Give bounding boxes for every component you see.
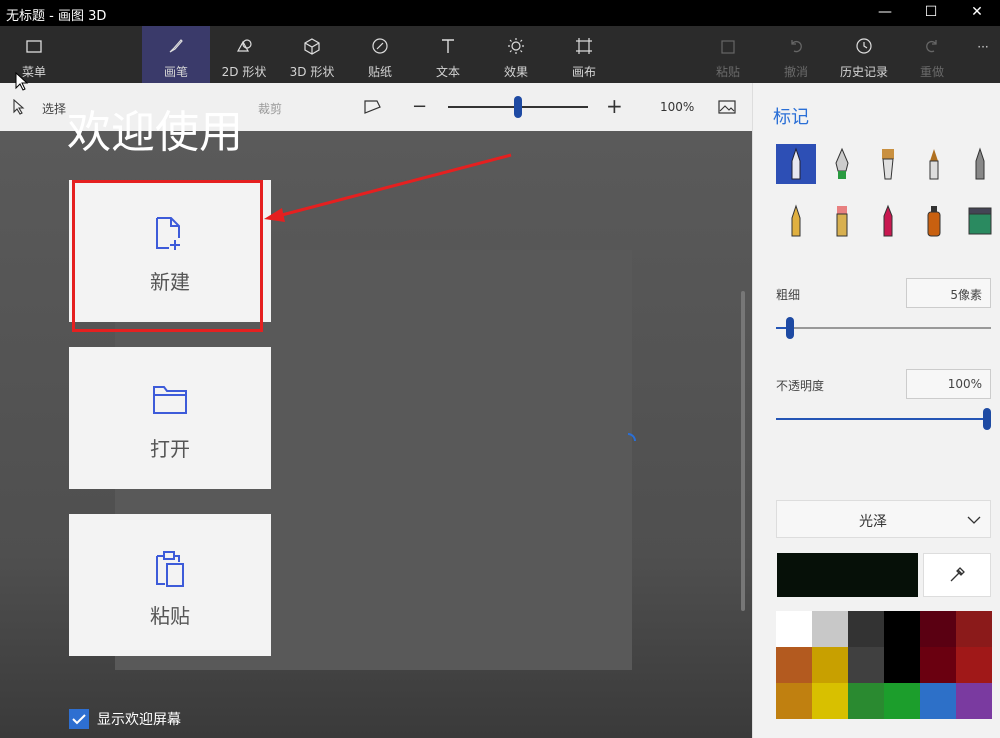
color-swatch[interactable] [920, 683, 956, 719]
thickness-slider-track[interactable] [776, 327, 991, 329]
eyedropper-icon [950, 567, 965, 582]
marker-icon [791, 147, 801, 180]
brush-marker[interactable] [776, 144, 816, 184]
color-swatch[interactable] [812, 647, 848, 683]
pixel-pen-icon [975, 147, 985, 180]
show-welcome-checkbox[interactable] [69, 709, 89, 729]
opacity-field[interactable]: 100% [906, 369, 991, 399]
properties-panel: 标记 粗细 5像素 不透明度 100% 光泽 [752, 83, 1000, 738]
brush-spray-can[interactable] [914, 201, 954, 241]
brush-watercolor[interactable] [914, 144, 954, 184]
color-swatch[interactable] [884, 611, 920, 647]
brush-pixel-pen[interactable] [960, 144, 1000, 184]
spray-can-icon [927, 206, 941, 237]
color-swatch[interactable] [956, 611, 992, 647]
checkmark-icon [72, 714, 86, 725]
color-swatch[interactable] [848, 683, 884, 719]
color-swatch[interactable] [848, 611, 884, 647]
brush-oil[interactable] [868, 144, 908, 184]
panel-title: 标记 [773, 107, 809, 128]
color-swatch[interactable] [776, 611, 812, 647]
opacity-label: 不透明度 [776, 379, 825, 393]
color-swatch[interactable] [812, 683, 848, 719]
eraser-icon [836, 206, 848, 237]
crayon-icon [883, 204, 893, 237]
eyedropper-button[interactable] [923, 553, 991, 597]
thickness-field[interactable]: 5像素 [906, 278, 991, 308]
color-swatch[interactable] [920, 647, 956, 683]
brush-calligraphy-pen[interactable] [822, 144, 862, 184]
opacity-slider-fill [776, 418, 987, 420]
watercolor-brush-icon [929, 149, 939, 180]
fill-bucket-icon [968, 207, 992, 235]
current-color-swatch[interactable] [777, 553, 918, 597]
brush-fill-bucket[interactable] [960, 201, 1000, 241]
color-swatch[interactable] [956, 683, 992, 719]
color-swatch[interactable] [776, 647, 812, 683]
mouse-pointer-icon [15, 72, 29, 91]
color-swatch[interactable] [884, 683, 920, 719]
color-swatch[interactable] [812, 611, 848, 647]
brush-eraser[interactable] [822, 201, 862, 241]
pencil-icon [791, 204, 801, 237]
brush-crayon[interactable] [868, 201, 908, 241]
show-welcome-row[interactable]: 显示欢迎屏幕 [69, 709, 181, 729]
color-swatch[interactable] [884, 647, 920, 683]
brush-pencil[interactable] [776, 201, 816, 241]
thickness-slider-thumb[interactable] [786, 317, 794, 339]
color-swatch[interactable] [848, 647, 884, 683]
show-welcome-label: 显示欢迎屏幕 [97, 712, 181, 728]
chevron-down-icon [967, 516, 981, 524]
oil-brush-icon [882, 149, 894, 180]
finish-dropdown[interactable]: 光泽 [776, 500, 991, 538]
opacity-slider-thumb[interactable] [983, 408, 991, 430]
calligraphy-pen-icon [835, 147, 849, 179]
color-swatch[interactable] [776, 683, 812, 719]
thickness-label: 粗细 [776, 288, 801, 302]
finish-value: 光泽 [859, 514, 887, 530]
color-swatch[interactable] [920, 611, 956, 647]
paint3d-window: 无标题 - 画图 3D — ☐ ✕ 菜单 画笔 2D 形状 3D 形状 贴纸 文… [0, 0, 1000, 738]
color-swatch[interactable] [956, 647, 992, 683]
